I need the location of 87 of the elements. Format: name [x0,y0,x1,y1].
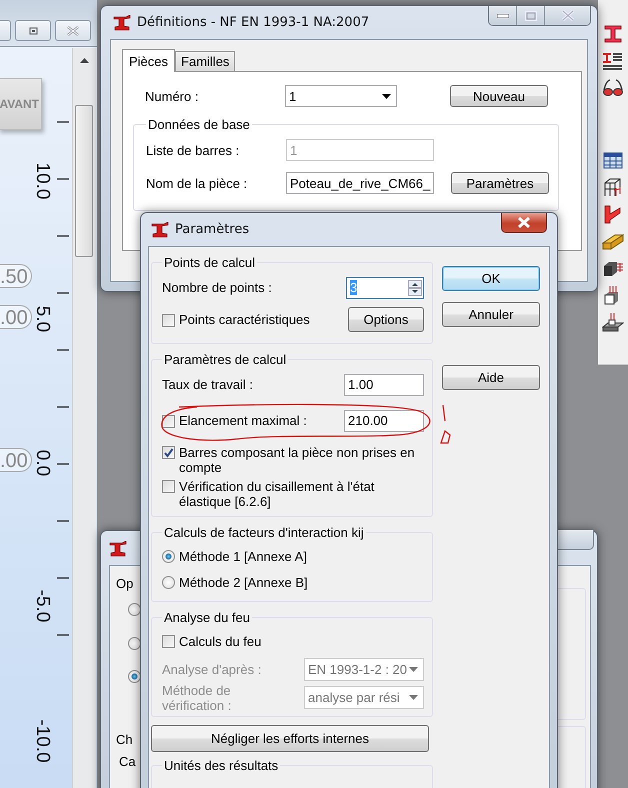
group-label: Ca [119,754,136,769]
checkbox-label: Barres composant la pièce non prises en compte [179,445,416,475]
group-title: Paramètres de calcul [163,352,288,367]
restore-icon [28,26,38,34]
close-icon [67,26,79,36]
glasses-icon[interactable] [602,78,624,98]
maximize-icon [524,10,536,20]
value-label: .00 [0,305,32,329]
field-label: Nom de la pièce : [146,176,248,190]
restore-button[interactable] [15,20,51,41]
checkbox-label: Calculs du feu [179,634,262,648]
new-button[interactable]: Nouveau [450,85,548,107]
tab[interactable]: Familles [175,51,236,71]
group-title: Données de base [147,117,251,132]
i-beam-icon[interactable] [602,24,624,44]
group-label: Ch [116,732,133,747]
radio-button[interactable] [128,670,141,683]
dropdown-value: analyse par rési [308,690,400,705]
checkbox-label: Points caractéristiques [179,312,310,327]
group-title: Points de calcul [163,255,256,270]
field-label: Analyse d'après : [162,662,262,677]
spinner-icon[interactable] [408,280,422,296]
input-field[interactable]: 1.00 [344,374,424,396]
input-field[interactable]: Poteau_de_rive_CM66_ [286,172,434,194]
options-button[interactable]: Options [348,307,424,332]
field-label: Méthode de vérification : [162,682,232,712]
beam-icon [150,222,170,238]
tab[interactable]: Pièces [122,49,176,72]
beam-icon [108,541,128,557]
input-field[interactable]: 210.00 [344,410,424,432]
dropdown-value: EN 1993-1-2 : 20 [308,662,408,677]
dropdown-value: 1 [289,88,296,104]
minimize-button[interactable] [489,6,516,25]
ruler-label: 5.0 [31,304,53,334]
parameters-button[interactable]: Paramètres [451,172,549,194]
checkbox[interactable] [162,314,175,326]
field-label: Nombre de points : [162,280,272,295]
radio-button[interactable] [128,603,141,616]
radio-button[interactable] [162,550,175,562]
window-button[interactable] [0,20,11,41]
group-title: Analyse du feu [163,610,252,625]
base-plate-icon[interactable] [602,312,624,332]
minimize-icon [496,14,508,18]
scrollbar[interactable] [72,48,96,788]
window-title: Définitions - NF EN 1993-1 NA:2007 [137,15,370,30]
ruler-label: -5.0 [31,588,53,624]
timber-beam-icon[interactable] [602,231,624,251]
caret-icon [409,667,418,672]
checkbox-label: Elancement maximal : [179,413,307,428]
checkbox-label: Vérification du cisaillement à l'état élastique [6.2.6] [179,479,376,509]
dialog-title: Paramètres [175,222,250,237]
checkbox[interactable] [162,480,175,493]
neglect-forces-button[interactable]: Négliger les efforts internes [151,725,429,752]
scrollbar-thumb[interactable] [75,105,93,257]
table-icon[interactable] [602,150,624,170]
close-icon [517,217,531,228]
dialog-button[interactable]: OK [442,266,540,291]
field-label: Numéro : [145,88,200,104]
caret-icon [409,695,418,700]
caret-icon [382,94,391,98]
dropdown[interactable]: 1 [285,85,397,107]
group-title: Unités des résultats [163,758,280,773]
scroll-up-icon[interactable] [80,58,89,63]
group-label: Op [116,576,134,591]
maximize-button[interactable] [516,6,544,25]
field-label: Taux de travail : [162,377,254,392]
ruler-label: -10.0 [31,719,53,763]
beam-list-icon[interactable] [602,51,624,71]
close-icon [560,10,574,21]
close-button[interactable] [556,530,594,550]
close-button[interactable] [501,213,547,233]
dialog-button[interactable]: Annuler [442,302,540,327]
field-label: Liste de barres : [146,142,240,158]
ruler-label: 0.0 [31,448,53,478]
beam-icon [112,14,132,30]
radio-label: Méthode 1 [Annexe A] [179,548,307,564]
checkbox[interactable] [162,635,175,648]
radio-button[interactable] [128,637,141,650]
radio-label: Méthode 2 [Annexe B] [179,574,308,590]
checkbox[interactable] [162,446,175,459]
value-label: .50 [0,264,32,288]
group-title: Calculs de facteurs d'interaction kij [163,525,365,540]
radio-button[interactable] [162,576,175,588]
ruler-label: 10.0 [31,162,53,202]
value-label: .00 [0,448,32,472]
field-value: 3 [350,280,358,295]
dialog-button[interactable]: Aide [442,365,540,390]
